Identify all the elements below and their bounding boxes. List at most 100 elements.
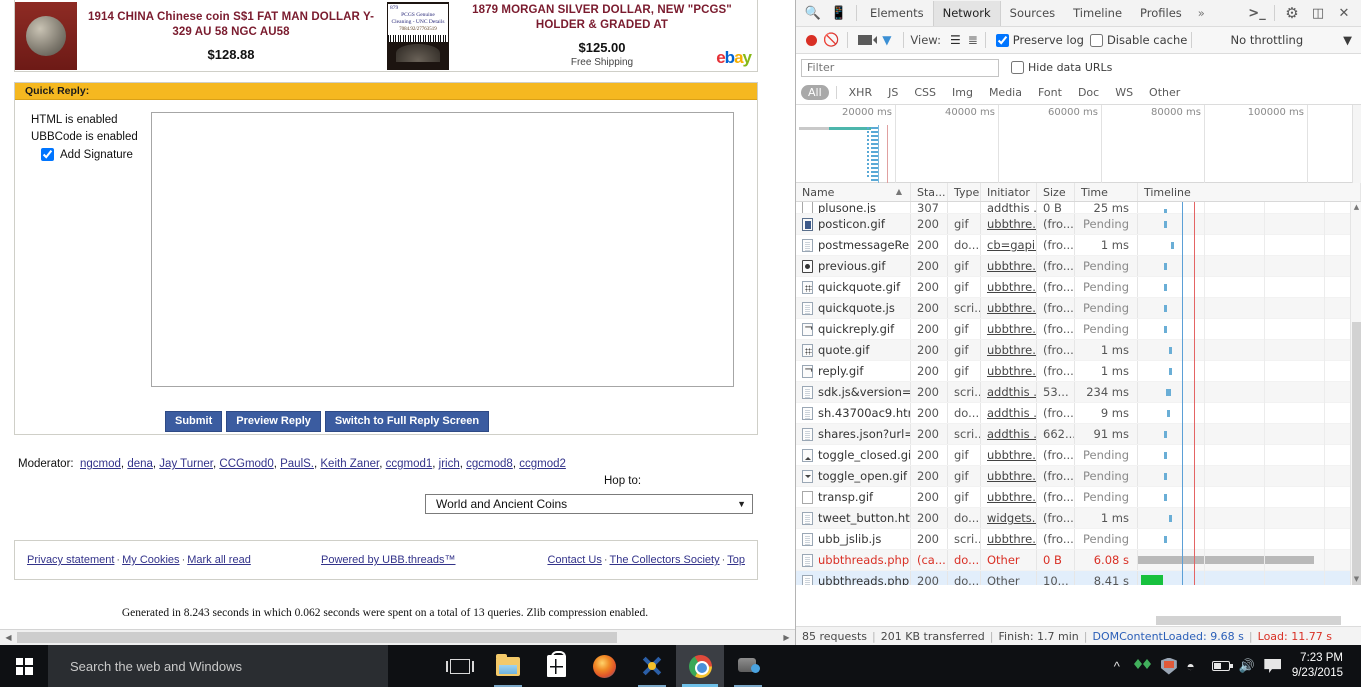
add-signature-checkbox[interactable]	[41, 148, 54, 161]
column-header-name[interactable]: Name ▲	[796, 183, 911, 201]
initiator-link[interactable]: ubbthre...	[987, 322, 1036, 336]
chevron-up-icon[interactable]: ^	[1104, 645, 1130, 687]
switch-full-reply-button[interactable]: Switch to Full Reply Screen	[324, 411, 490, 432]
table-row[interactable]: shares.json?url=...200scri... addthis ...…	[796, 424, 1361, 445]
firefox-icon[interactable]	[580, 645, 628, 687]
cell-name[interactable]: quickquote.gif	[796, 277, 911, 297]
column-header-size[interactable]: Size	[1037, 183, 1075, 201]
table-row[interactable]: previous.gif 200gif ubbthre...(fro...Pendi…	[796, 256, 1361, 277]
ad-item[interactable]: 879 PCGS Genuine Cleaning - UNC Details …	[387, 0, 757, 71]
scroll-up-icon[interactable]: ▲	[1351, 202, 1361, 213]
hop-to-select[interactable]: World and Ancient Coins ▼	[425, 494, 753, 514]
contact-us-link[interactable]: Contact Us	[547, 554, 601, 566]
cell-name[interactable]: sdk.js&version=...	[796, 382, 911, 402]
table-row[interactable]: sh.43700ac9.html200do... addthis ...(fro.…	[796, 403, 1361, 424]
vertical-scrollbar-thumb[interactable]	[1352, 322, 1361, 585]
table-row[interactable]: quote.gif 200gif ubbthre...(fro...1 ms	[796, 340, 1361, 361]
cell-name[interactable]: quickquote.js	[796, 298, 911, 318]
table-row[interactable]: toggle_closed.gif200gif ubbthre...(fro...…	[796, 445, 1361, 466]
hide-data-urls-row[interactable]: Hide data URLs	[1011, 61, 1112, 74]
initiator-link[interactable]: ubbthre...	[987, 532, 1036, 546]
table-row[interactable]: quickreply.gif 200gif ubbthre...(fro...Pen…	[796, 319, 1361, 340]
top-link[interactable]: Top	[727, 554, 745, 566]
scrollbar-thumb[interactable]	[17, 632, 617, 643]
scroll-right-icon[interactable]: ▶	[778, 630, 795, 645]
initiator-link[interactable]: ubbthre...	[987, 301, 1036, 315]
moderator-link[interactable]: ngcmod	[80, 458, 121, 470]
capture-screenshots-icon[interactable]	[858, 35, 878, 45]
hide-data-urls-checkbox[interactable]	[1011, 61, 1024, 74]
moderator-link[interactable]: ccgmod2	[519, 458, 566, 470]
ebay-ad-strip[interactable]: 🔍 1914 CHINA Chinese coin S$1 FAT MAN DO…	[14, 0, 758, 72]
moderator-link[interactable]: dena	[127, 458, 153, 470]
battery-icon[interactable]	[1208, 645, 1234, 687]
preserve-log-row[interactable]: Preserve log	[995, 33, 1084, 47]
cell-name[interactable]: previous.gif	[796, 256, 911, 276]
tab-timeline[interactable]: Timeline	[1064, 1, 1131, 26]
filter-input[interactable]	[801, 58, 999, 77]
column-header-timeline[interactable]: Timeline	[1138, 183, 1361, 201]
cell-name[interactable]: shares.json?url=...	[796, 424, 911, 444]
initiator-link[interactable]: ubbthre...	[987, 469, 1036, 483]
view-list-icon[interactable]: ☰	[950, 33, 961, 47]
initiator-link[interactable]: addthis ...	[987, 406, 1036, 420]
reply-textarea[interactable]	[151, 112, 734, 387]
table-row[interactable]: sdk.js&version=...200scri... addthis ...5…	[796, 382, 1361, 403]
gear-icon[interactable]: ⚙	[1279, 1, 1305, 26]
wifi-icon[interactable]: ◓	[1182, 645, 1208, 687]
dock-position-icon[interactable]: ◫	[1305, 1, 1331, 26]
table-row[interactable]: tweet_button.html200do... widgets....(fro…	[796, 508, 1361, 529]
initiator-link[interactable]: ubbthre...	[987, 364, 1036, 378]
table-row[interactable]: posticon.gif 200gif ubbthre...(fro...Pendi…	[796, 214, 1361, 235]
table-row[interactable]: ubbthreads.php... 200 do... Other 10... 8.41 …	[796, 571, 1361, 585]
add-signature-label[interactable]: Add Signature	[60, 149, 133, 161]
submit-button[interactable]: Submit	[165, 411, 223, 432]
my-cookies-link[interactable]: My Cookies	[122, 554, 179, 566]
table-row[interactable]: quickquote.gif 200gif ubbthre...(fro...Pen…	[796, 277, 1361, 298]
column-header-initiator[interactable]: Initiator	[981, 183, 1037, 201]
cell-name[interactable]: plusone.js	[796, 202, 911, 213]
table-row[interactable]: plusone.js 307 addthis ...0 B25 ms	[796, 202, 1361, 214]
task-view-icon[interactable]	[436, 645, 484, 687]
initiator-link[interactable]: ubbthre...	[987, 343, 1036, 357]
initiator-link[interactable]: ubbthre...	[987, 490, 1036, 504]
initiator-link[interactable]: ubbthre...	[987, 217, 1036, 231]
add-signature-row[interactable]: Add Signature	[31, 148, 151, 161]
throttling-select[interactable]: No throttling ▼	[1231, 33, 1356, 47]
dev-app-icon[interactable]	[724, 645, 772, 687]
moderator-link[interactable]: ccgmod1	[386, 458, 433, 470]
table-row[interactable]: transp.gif 200gif ubbthre...(fro...Pending	[796, 487, 1361, 508]
x-app-icon[interactable]	[628, 645, 676, 687]
column-header-time[interactable]: Time	[1075, 183, 1138, 201]
cell-name[interactable]: ubbthreads.php...	[796, 550, 911, 570]
cell-name[interactable]: postmessageRel...	[796, 235, 911, 255]
taskbar-search-box[interactable]: Search the web and Windows	[48, 645, 388, 687]
cell-name[interactable]: sh.43700ac9.html	[796, 403, 911, 423]
more-tabs-icon[interactable]: »	[1191, 1, 1212, 26]
type-filter-media[interactable]: Media	[982, 85, 1029, 100]
tab-sources[interactable]: Sources	[1001, 1, 1065, 26]
type-filter-all[interactable]: All	[801, 85, 829, 100]
scroll-down-icon[interactable]: ▼	[1351, 574, 1361, 585]
cell-name[interactable]: toggle_closed.gif	[796, 445, 911, 465]
cell-name[interactable]: quote.gif	[796, 340, 911, 360]
overview-scrollbar[interactable]	[1352, 105, 1361, 183]
cell-name[interactable]: tweet_button.html	[796, 508, 911, 528]
device-toolbar-icon[interactable]: 📱	[826, 1, 852, 26]
chrome-icon[interactable]	[676, 645, 724, 687]
disable-cache-row[interactable]: Disable cache	[1089, 33, 1187, 47]
cell-name[interactable]: toggle_open.gif	[796, 466, 911, 486]
scroll-left-icon[interactable]: ◀	[0, 630, 17, 645]
table-row[interactable]: ubb_jslib.js 200scri... ubbthre...(fro...P…	[796, 529, 1361, 550]
table-vertical-scrollbar[interactable]: ▲ ▼	[1350, 202, 1361, 585]
table-horizontal-scrollbar[interactable]	[796, 615, 1351, 626]
type-filter-doc[interactable]: Doc	[1071, 85, 1106, 100]
tab-elements[interactable]: Elements	[861, 1, 933, 26]
preview-reply-button[interactable]: Preview Reply	[226, 411, 321, 432]
type-filter-xhr[interactable]: XHR	[842, 85, 879, 100]
table-row[interactable]: toggle_open.gif200gif ubbthre...(fro...Pe…	[796, 466, 1361, 487]
cell-name[interactable]: posticon.gif	[796, 214, 911, 234]
clear-icon[interactable]: 🚫	[823, 33, 839, 48]
filter-icon[interactable]: ▼	[882, 33, 891, 47]
collectors-society-link[interactable]: The Collectors Society	[610, 554, 720, 566]
